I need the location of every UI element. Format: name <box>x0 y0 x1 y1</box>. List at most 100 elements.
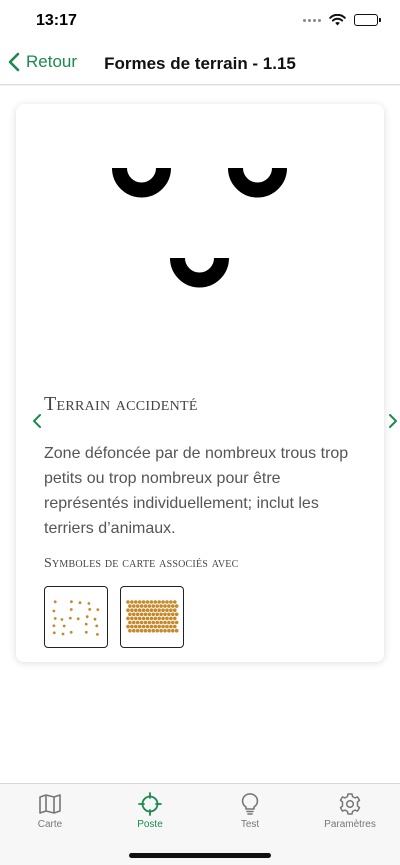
symbol-dot <box>130 608 134 612</box>
symbol-dot <box>171 620 175 625</box>
symbol-dot <box>139 620 144 625</box>
symbol-dot <box>52 624 56 628</box>
symbol-dot <box>169 600 173 604</box>
symbol-dot <box>132 628 136 633</box>
crosshair-icon <box>138 792 162 816</box>
symbol-dot <box>70 600 73 604</box>
horseshoe-symbol-icon <box>170 258 229 288</box>
symbol-dot <box>135 620 140 625</box>
symbol-dot <box>132 612 136 617</box>
tab-parametres[interactable]: Paramètres <box>305 792 395 830</box>
symbol-dot <box>137 616 142 621</box>
symbol-dot <box>153 624 158 629</box>
terrain-symbol <box>16 104 384 374</box>
page-title: Formes de terrain - 1.15 <box>104 54 296 73</box>
symbol-dot <box>151 612 156 617</box>
tab-parametres-label: Paramètres <box>324 819 376 830</box>
symbol-dot <box>130 600 134 604</box>
symbol-dot <box>161 624 165 629</box>
symbol-dot <box>165 616 169 621</box>
symbol-dot <box>130 624 134 629</box>
symbol-dot <box>151 620 156 625</box>
symbol-dot <box>128 604 132 608</box>
symbol-dot <box>169 624 173 629</box>
symbol-dot <box>155 620 159 625</box>
symbol-dot <box>145 616 150 621</box>
symbol-dot <box>151 628 156 633</box>
symbol-dot <box>169 608 173 612</box>
symbol-dot <box>155 628 159 633</box>
symbol-dot <box>161 616 165 621</box>
terrain-card: Terrain accidenté Zone défoncée par de n… <box>16 104 397 662</box>
symbol-dot <box>78 601 82 605</box>
symbol-dot <box>174 620 179 625</box>
status-time: 13:17 <box>36 12 77 29</box>
cellular-signal-icon <box>303 18 321 22</box>
symbol-dot <box>52 609 56 613</box>
tab-carte[interactable]: Carte <box>5 792 95 830</box>
symbol-dot <box>137 624 142 629</box>
symbol-dot <box>169 616 173 621</box>
symbol-dot <box>171 628 175 633</box>
symbol-dot <box>165 600 169 604</box>
home-indicator <box>129 853 271 858</box>
symbol-dot <box>149 600 154 604</box>
symbol-dot <box>163 604 167 608</box>
symbol-dot <box>163 620 167 625</box>
symbol-dot <box>135 628 140 633</box>
symbol-dot <box>159 628 163 633</box>
battery-icon <box>354 14 381 26</box>
symbol-dot <box>151 604 156 608</box>
symbol-dot <box>173 624 177 629</box>
symbol-dot <box>96 608 100 611</box>
symbol-dot <box>69 630 73 634</box>
symbol-dot <box>167 612 171 617</box>
symbol-dot <box>171 612 175 617</box>
symbol-dot <box>147 620 152 625</box>
terrain-title: Terrain accidenté <box>44 393 198 415</box>
symbol-dot <box>126 608 130 612</box>
symbol-dot <box>147 628 152 633</box>
symbol-dot <box>167 620 171 625</box>
symbol-dot <box>128 612 132 617</box>
symbol-dot <box>126 616 130 621</box>
symbol-dot <box>76 617 80 621</box>
symbol-dot <box>139 612 144 617</box>
status-icons <box>303 14 381 26</box>
symbol-dot <box>165 608 169 612</box>
symbol-dot <box>134 608 138 612</box>
symbol-dot <box>159 604 163 608</box>
symbol-dot <box>143 620 148 625</box>
gear-icon <box>339 793 361 815</box>
symbol-dot <box>145 608 150 612</box>
tab-test[interactable]: Test <box>205 792 295 830</box>
dense-dots-icon <box>126 600 179 633</box>
symbol-dot <box>153 600 158 604</box>
symbol-dot <box>165 624 169 629</box>
symbol-dot <box>85 615 89 619</box>
symbol-dot <box>132 620 136 625</box>
tab-test-label: Test <box>240 819 260 830</box>
map-symbol-dense-dots[interactable] <box>120 586 184 648</box>
symbol-dot <box>143 612 148 617</box>
map-symbol-sparse-dots[interactable] <box>44 586 108 648</box>
symbol-dot <box>153 616 158 621</box>
symbol-dot <box>134 600 138 604</box>
symbol-dot <box>130 616 134 621</box>
symbol-dot <box>53 600 57 604</box>
symbol-dot <box>84 630 88 634</box>
symbol-dot <box>134 624 138 629</box>
next-arrow-icon[interactable] <box>384 412 400 430</box>
symbol-dot <box>149 624 154 629</box>
symbol-dot <box>167 628 171 633</box>
symbol-dot <box>161 600 165 604</box>
symbol-dot <box>159 612 163 617</box>
symbol-dot <box>163 628 167 633</box>
symbol-dot <box>60 618 64 621</box>
tab-poste[interactable]: Poste <box>105 792 195 830</box>
sparse-dots-icon <box>52 600 100 636</box>
symbol-dot <box>155 612 159 617</box>
symbol-dot <box>141 624 146 629</box>
symbol-dot <box>147 604 152 608</box>
symbol-dot <box>135 612 140 617</box>
